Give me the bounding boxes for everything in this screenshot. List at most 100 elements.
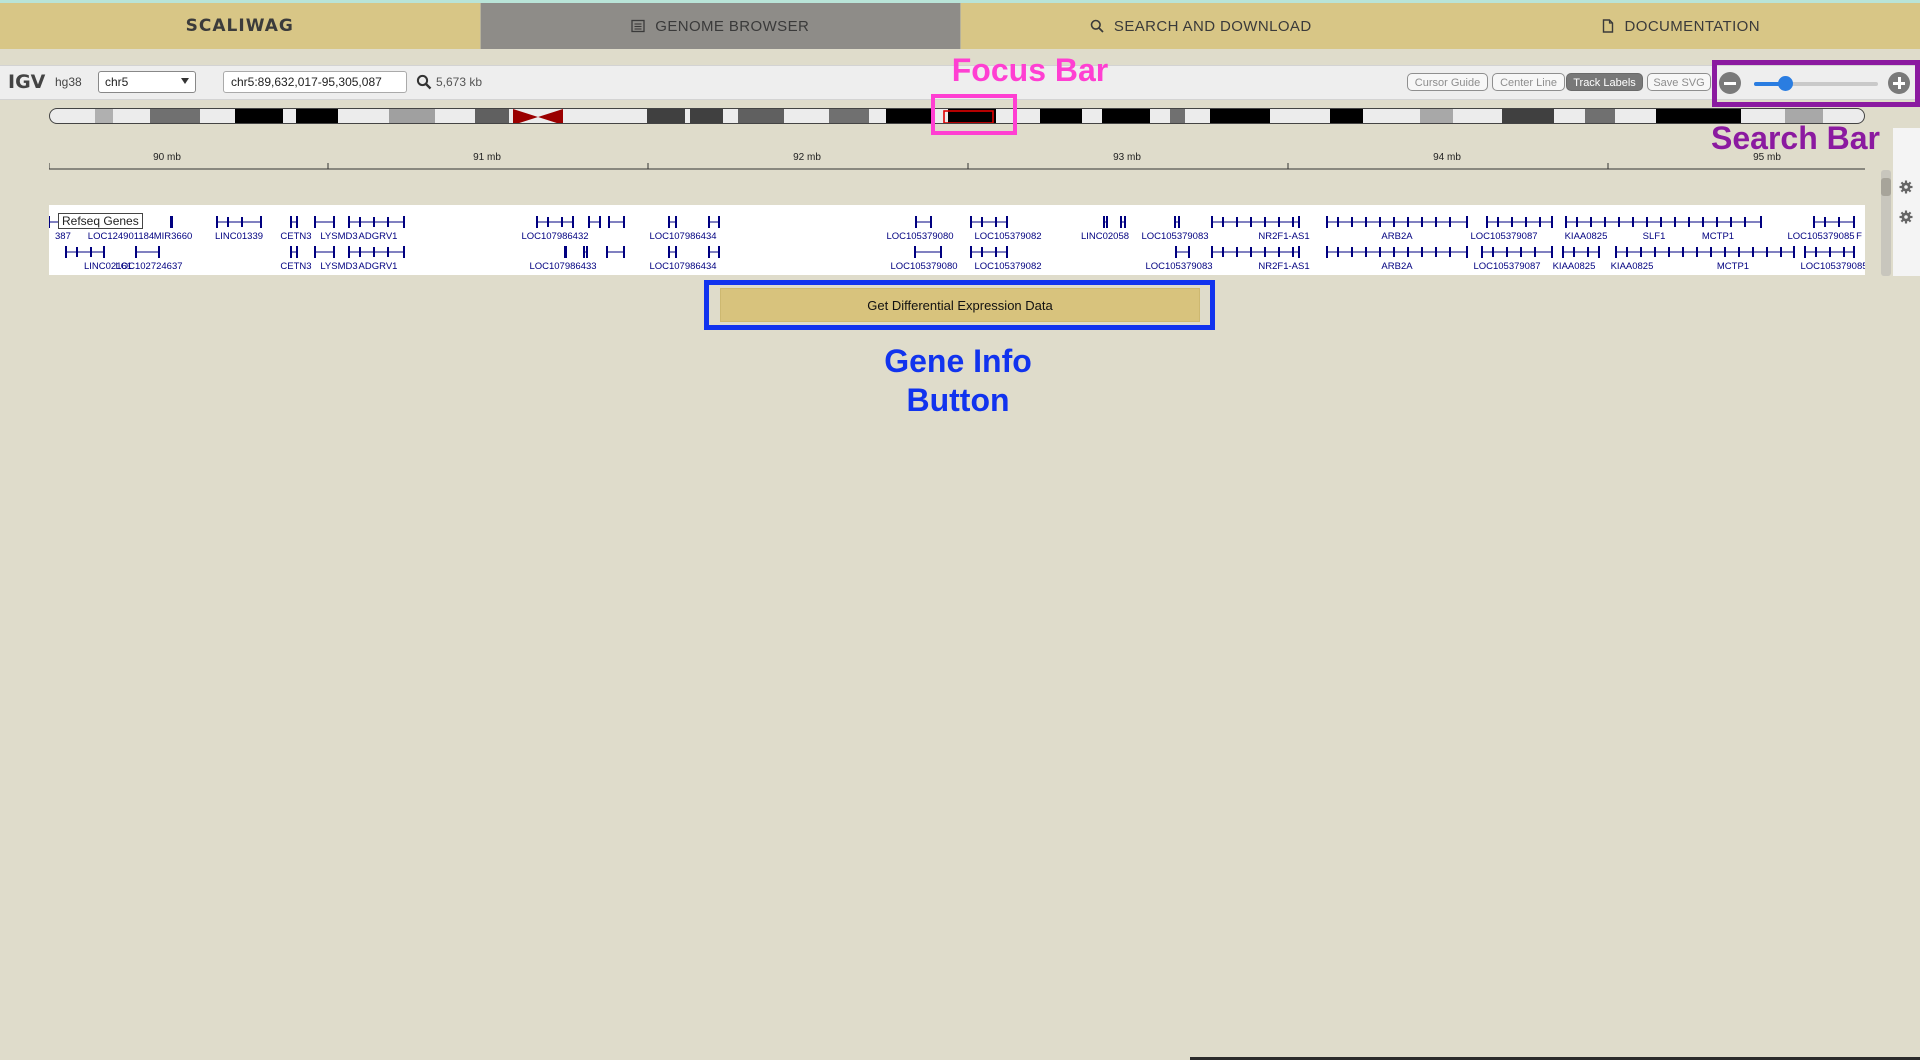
search-bar-annotation: Search Bar (1711, 120, 1880, 156)
gene-exon (1449, 217, 1451, 227)
track-scrollbar[interactable] (1881, 170, 1891, 276)
gene-name-label[interactable]: ARB2A (1381, 261, 1413, 272)
gene-exon (1813, 216, 1815, 228)
gene-name-label[interactable]: SLF1 (1643, 231, 1666, 242)
gene-name-label[interactable]: KIAA0825 (1553, 261, 1596, 272)
gene-exon (606, 246, 608, 258)
gene-exon (260, 216, 262, 228)
gene-exon (1506, 247, 1508, 257)
gene-name-label[interactable]: F (1856, 231, 1862, 242)
cursor-guide-button[interactable]: Cursor Guide (1407, 73, 1488, 91)
gene-name-label[interactable]: LOC105379083 (1141, 231, 1208, 242)
gene-name-label[interactable]: LOC105379085 (1800, 261, 1867, 272)
track-labels-button[interactable]: Track Labels (1566, 73, 1643, 91)
gene-exon (915, 216, 917, 228)
gene-exon (1326, 216, 1328, 228)
search-icon[interactable] (416, 74, 432, 90)
gene-exon (1449, 247, 1451, 257)
gene-name-label[interactable]: 387 (55, 231, 71, 242)
gene-name-label[interactable]: LOC124901184 (88, 231, 154, 242)
gene-exon (1660, 217, 1662, 227)
genome-label[interactable]: hg38 (55, 75, 82, 89)
gene-name-label[interactable]: NR2F1-AS1 (1258, 231, 1309, 242)
gene-name-label[interactable]: LOC107986433 (529, 261, 596, 272)
gene-exon (1278, 247, 1280, 257)
gene-exon (940, 246, 942, 258)
save-svg-button[interactable]: Save SVG (1647, 73, 1711, 91)
gene-exon (333, 246, 335, 258)
gene-exon (1829, 247, 1831, 257)
gene-exon (1710, 247, 1712, 257)
gene-name-label[interactable]: LINC01339 (215, 231, 263, 242)
gene-exon (1511, 217, 1513, 227)
gene-name-label[interactable]: LOC105379087 (1473, 261, 1540, 272)
gene-name-label[interactable]: LOC105379080 (890, 261, 957, 272)
gene-name-label[interactable]: LOC105379083 (1145, 261, 1212, 272)
gene-name-label[interactable]: LOC105379082 (974, 261, 1041, 272)
gene-name-label[interactable]: MCTP1 (1702, 231, 1734, 242)
gene-name-label[interactable]: MIR3660 (154, 231, 193, 242)
gene-name-label[interactable]: ADGRV1 (359, 261, 398, 272)
gene-name-label[interactable]: LOC102724637 (115, 261, 182, 272)
gene-exon (1492, 247, 1494, 257)
gene-name-label[interactable]: ARB2A (1381, 231, 1413, 242)
nav-documentation-label: DOCUMENTATION (1624, 17, 1760, 35)
gene-exon (1120, 216, 1122, 228)
gene-name-label[interactable]: KIAA0825 (1611, 261, 1654, 272)
gene-name-label[interactable]: LYSMD3 (320, 231, 357, 242)
gene-name-label[interactable]: LOC105379085 (1787, 231, 1854, 242)
genomic-ruler[interactable]: 90 mb 91 mb 92 mb 93 mb 94 mb 95 mb (48, 150, 1865, 170)
gene-exon (608, 216, 610, 228)
gene-exon (296, 216, 298, 228)
gene-name-label[interactable]: ADGRV1 (359, 231, 398, 242)
track-scrollbar-thumb[interactable] (1881, 178, 1891, 196)
nav-documentation[interactable]: DOCUMENTATION (1441, 3, 1920, 49)
gene-exon (158, 246, 160, 258)
gene-name-label[interactable]: LYSMD3 (320, 261, 357, 272)
gene-exon (1106, 216, 1108, 228)
gene-name-label[interactable]: MCTP1 (1717, 261, 1749, 272)
gear-icon[interactable] (1899, 180, 1913, 194)
gene-name-label[interactable]: LOC107986432 (521, 231, 588, 242)
gene-exon (1337, 247, 1339, 257)
gear-icon[interactable] (1899, 210, 1913, 224)
gene-name-label[interactable]: LOC105379082 (974, 231, 1041, 242)
gene-exon (1668, 247, 1670, 257)
gene-exon (536, 216, 538, 228)
track-labels-label: Track Labels (1573, 77, 1636, 89)
gene-exon (1766, 247, 1768, 257)
gene-name-label[interactable]: NR2F1-AS1 (1258, 261, 1309, 272)
brand-logo[interactable]: SCALIWAG (0, 3, 480, 49)
gene-exon (216, 216, 218, 228)
gene-name-label[interactable]: KIAA0825 (1565, 231, 1608, 242)
gene-exon (1573, 247, 1575, 257)
gene-exon (1551, 216, 1553, 228)
refseq-genes-track[interactable]: 387 LOC124901184 MIR3660 LINC01339 CETN3 LYSM… (48, 205, 1868, 275)
focus-bar-highlight-box (931, 94, 1017, 135)
gene-exon (1604, 217, 1606, 227)
chromosome-select[interactable]: chr5 (98, 71, 196, 93)
center-line-button[interactable]: Center Line (1492, 73, 1565, 91)
gene-name-label[interactable]: LOC105379087 (1470, 231, 1537, 242)
gene-exon (1752, 247, 1754, 257)
gene-name-label[interactable]: CETN3 (280, 261, 311, 272)
ruler-tick-label: 94 mb (1433, 152, 1461, 163)
nav-search-and-download[interactable]: SEARCH AND DOWNLOAD (961, 3, 1441, 49)
gene-exon (599, 216, 601, 228)
gene-exon (708, 246, 710, 258)
gene-exon (547, 217, 549, 227)
gene-name-label[interactable]: LINC02058 (1081, 231, 1129, 242)
gene-exon (1688, 217, 1690, 227)
gene-name-label[interactable]: LOC105379080 (886, 231, 953, 242)
nav-search-and-download-label: SEARCH AND DOWNLOAD (1113, 17, 1312, 35)
nav-genome-browser[interactable]: GENOME BROWSER (479, 3, 961, 49)
locus-search-input[interactable]: chr5:89,632,017-95,305,087 (223, 71, 407, 93)
gene-button-label: Get Differential Expression Data (867, 297, 1053, 313)
gene-name-label[interactable]: CETN3 (280, 231, 311, 242)
gene-name-label[interactable]: LOC107986434 (649, 231, 716, 242)
gene-name-label[interactable]: LOC107986434 (649, 261, 716, 272)
gene-exon (241, 217, 243, 227)
get-differential-expression-button[interactable]: Get Differential Expression Data (720, 288, 1200, 322)
gene-exon (348, 246, 350, 258)
gene-exon (1365, 247, 1367, 257)
